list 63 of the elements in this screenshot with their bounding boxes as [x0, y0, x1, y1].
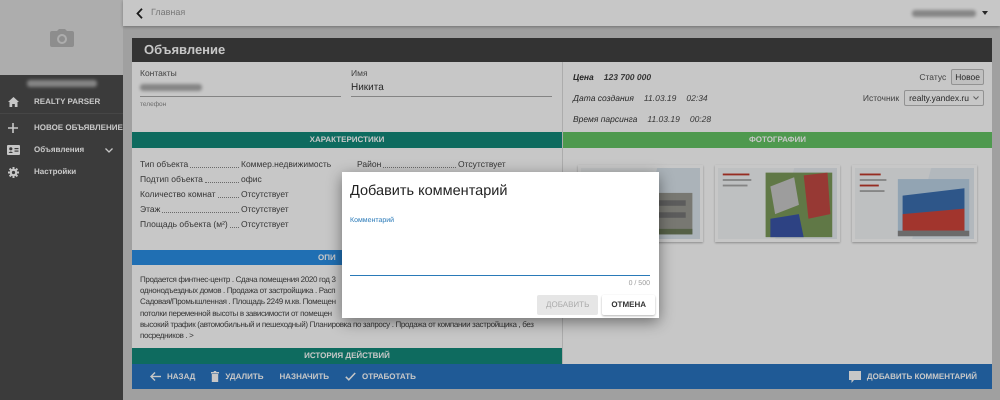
assign-button[interactable]: НАЗНАЧИТЬ	[272, 364, 338, 389]
chevron-down-icon	[973, 96, 979, 100]
property-label: Тип объекта	[140, 158, 188, 171]
section-header: ФОТОГРАФИИ	[563, 132, 992, 148]
field-label: Имя	[351, 67, 369, 80]
sidebar-item[interactable]: НОВОЕ ОБЪЯВЛЕНИЕ	[0, 117, 123, 139]
property-value: Коммер.недвижимость	[241, 158, 332, 171]
field-label: Дата создания	[573, 92, 634, 104]
description-text: Продается финтнес-центр . Сдача помещения 2020 год 3	[140, 274, 337, 286]
done-button[interactable]: ОТРАБОТАТЬ	[337, 364, 424, 389]
camera-icon	[50, 28, 74, 46]
field-label: Источник	[862, 92, 900, 104]
property-value: Отсутствует	[458, 158, 506, 171]
name-field[interactable]: Никита	[351, 80, 552, 97]
sidebar-item[interactable]: Настройки	[0, 161, 123, 183]
description-text: однонодъездных домов . Продажа от застройщика . Расп	[140, 285, 336, 296]
property-label: Подтип объекта	[140, 173, 203, 186]
back-button[interactable]: НАЗАД	[142, 364, 204, 389]
description-text: посредников . >	[140, 330, 194, 342]
property-value: Отсутствует	[241, 218, 289, 231]
property-label: Район	[357, 158, 382, 171]
add-comment-button[interactable]: ДОБАВИТЬ КОММЕНТАРИЙ	[840, 364, 985, 389]
field-value: 11.03.19	[647, 112, 680, 126]
section-header: ХАРАКТЕРИСТИКИ	[132, 132, 562, 148]
redacted-text	[912, 10, 976, 16]
section-header: ИСТОРИЯ ДЕЙСТВИЙ	[132, 348, 562, 364]
comment-icon	[848, 370, 861, 382]
field-label: Время парсинга	[573, 112, 638, 126]
trash-icon	[211, 371, 220, 382]
redacted-text	[140, 84, 202, 92]
property-label: Площадь объекта (м²)	[140, 218, 228, 231]
field-label: Контакты	[140, 67, 178, 80]
property-value: офис	[241, 173, 262, 186]
property-value: Отсутствует	[241, 188, 289, 201]
field-label: Статус	[919, 70, 946, 84]
field-value: 00:28	[690, 112, 712, 126]
chevron-down-icon[interactable]	[105, 148, 113, 152]
cancel-button[interactable]: ОТМЕНА	[602, 294, 655, 315]
property-label: Количество комнат	[140, 188, 216, 201]
field-label: Цена	[573, 70, 594, 84]
description-text: потолки переменной высоты в зависимости от помещен	[140, 308, 333, 319]
back-chevron-icon[interactable]	[136, 8, 143, 18]
sidebar-item[interactable]: Объявления	[0, 139, 123, 161]
dialog-title: Добавить комментарий	[350, 182, 508, 201]
sidebar-item[interactable]: REALTY PARSER	[0, 91, 123, 113]
status-tag: Новое	[951, 68, 984, 86]
arrow-left-icon	[150, 372, 161, 381]
field-value: 11.03.19	[644, 92, 676, 104]
delete-button[interactable]: УДАЛИТЬ	[203, 364, 272, 389]
caret-icon[interactable]	[982, 11, 988, 15]
id-card-icon	[6, 145, 20, 155]
description-text: высокий трафик (автомобильный и пешеходный) Планировка по запросу . Продажа от компании застройщика , без	[140, 318, 535, 330]
property-label: Этаж	[140, 203, 160, 216]
redacted-text	[26, 80, 96, 86]
field-value: 02:34	[686, 92, 708, 104]
source-select[interactable]: realty.yandex.ru	[904, 90, 984, 106]
gear-icon	[8, 166, 18, 178]
field-value: 123 700 000	[604, 70, 652, 84]
plus-icon	[8, 123, 18, 133]
check-icon	[345, 372, 356, 381]
card-title: Объявление	[132, 38, 992, 62]
property-value: Отсутствует	[241, 203, 289, 216]
home-icon	[8, 97, 18, 107]
